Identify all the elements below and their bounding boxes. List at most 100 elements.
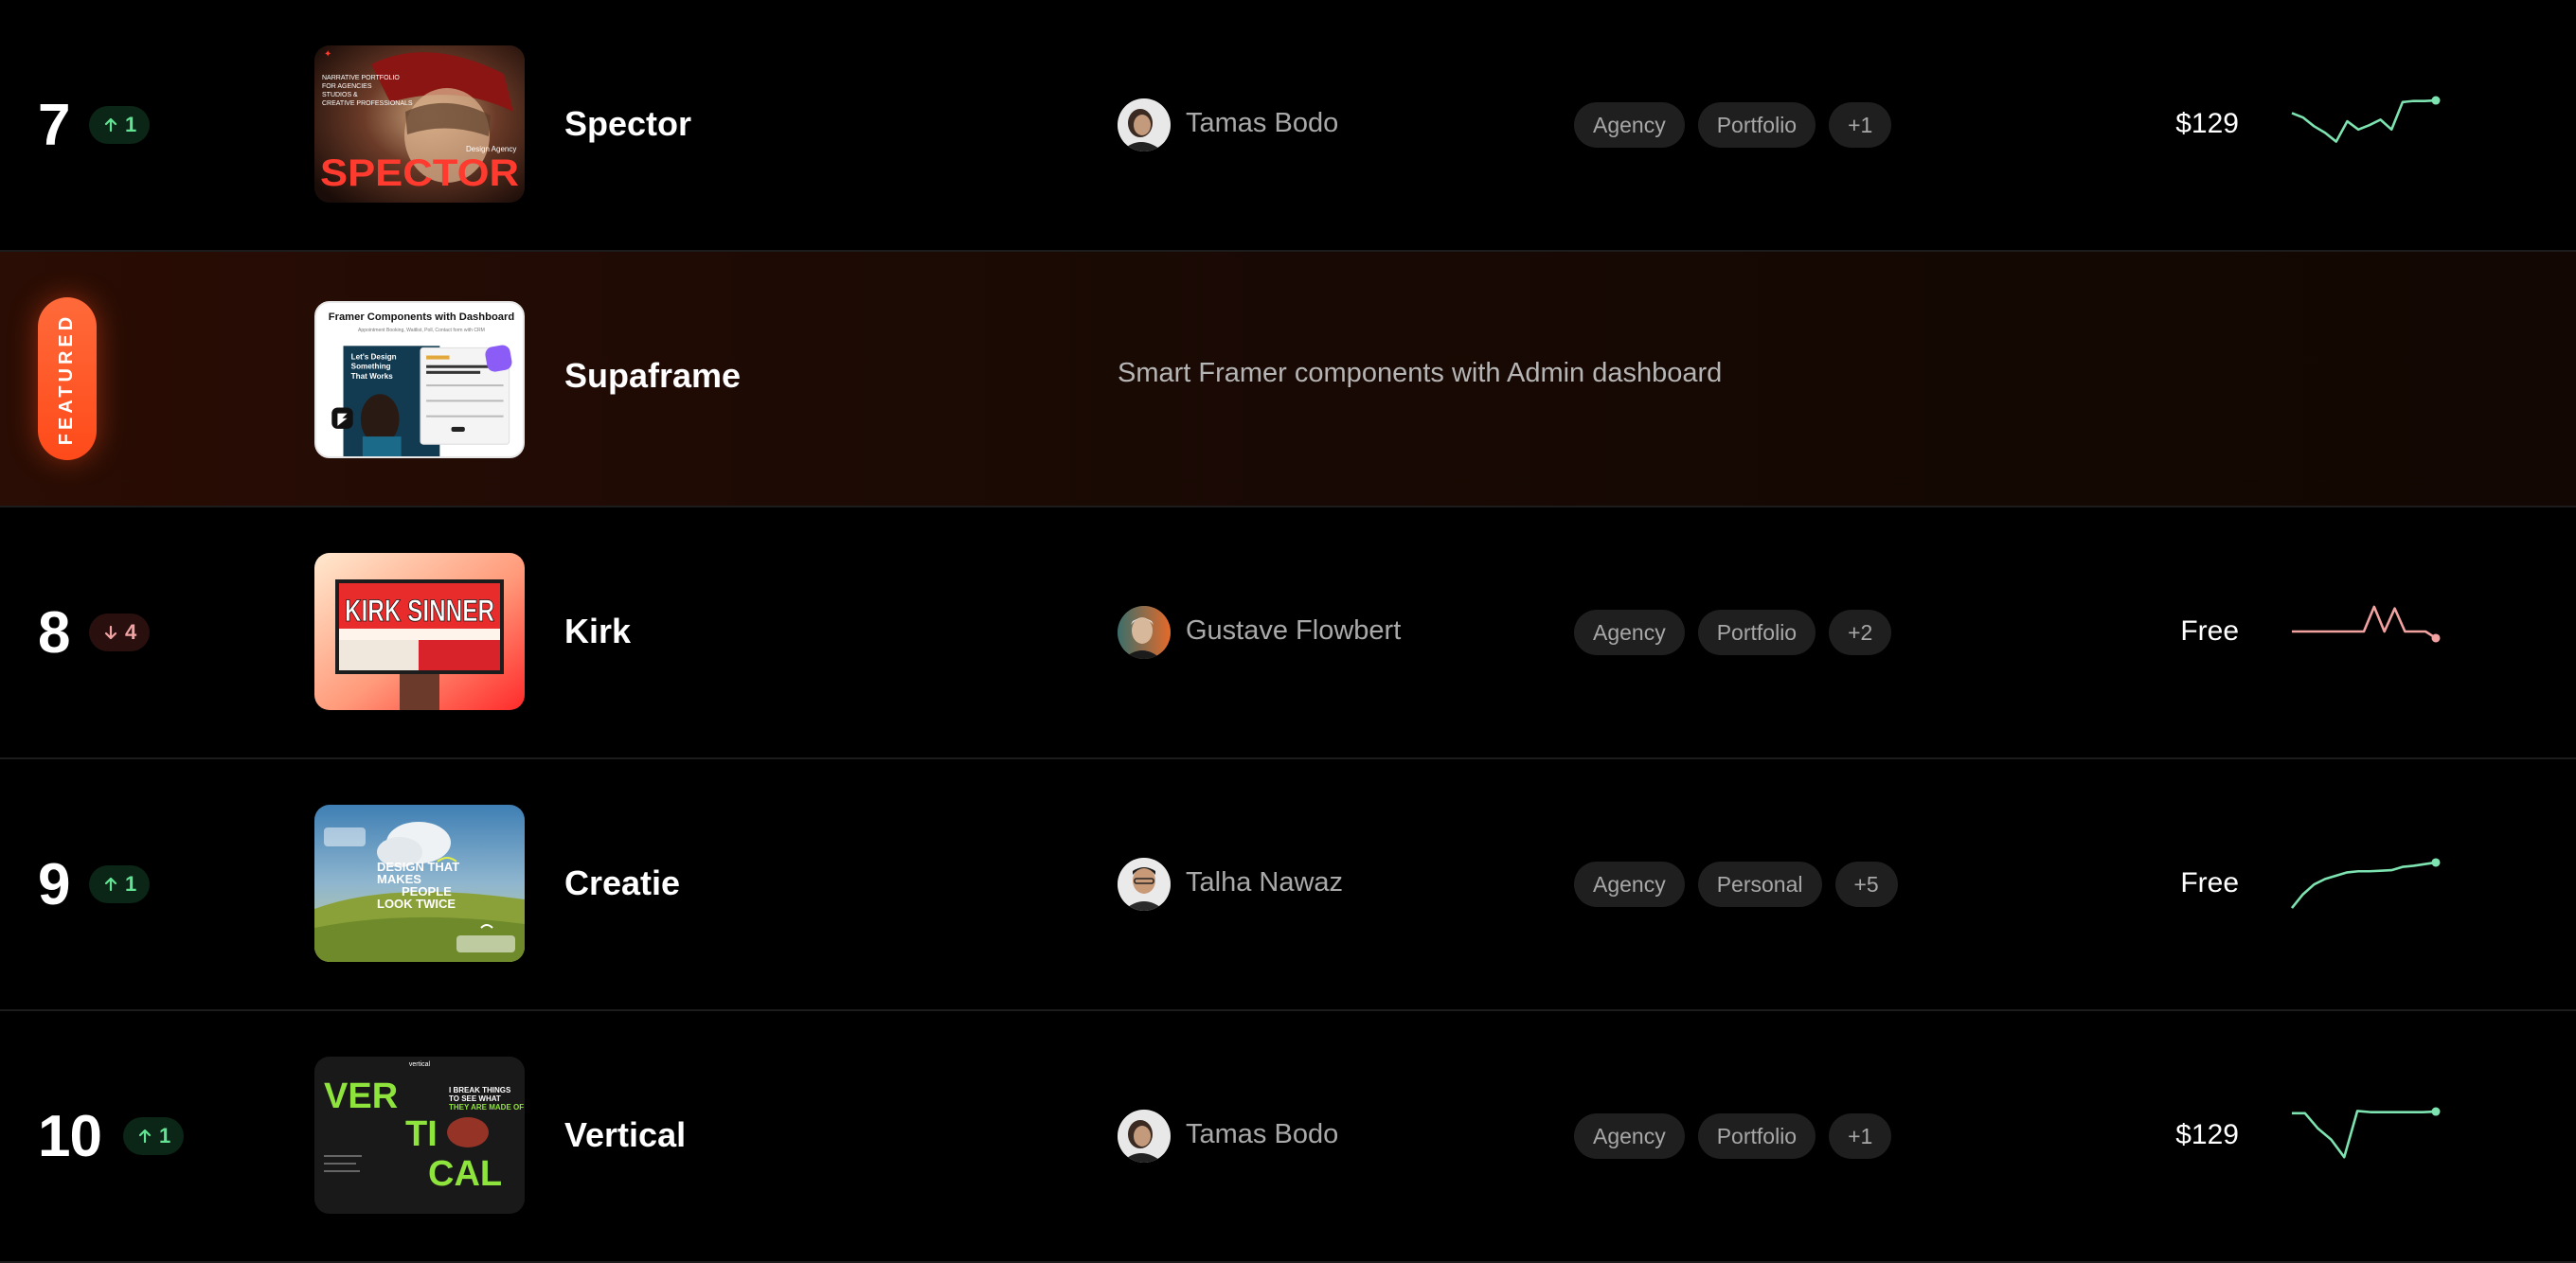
sparkline-path [2291, 98, 2437, 143]
arrow-down-icon [104, 625, 117, 640]
table-row[interactable]: 8 4 KIRK SINNER Kirk Gustave Flowbert Ag… [0, 507, 2576, 759]
template-name[interactable]: Spector [564, 104, 691, 144]
template-thumbnail[interactable]: Framer Components with Dashboard Appoint… [314, 301, 525, 458]
avatar-image [1118, 1110, 1171, 1163]
avatar[interactable] [1118, 1110, 1171, 1163]
trend-sparkline [2292, 605, 2441, 643]
thumb-line: STUDIOS & [322, 92, 358, 98]
thumb-word: SPECTOR [320, 152, 519, 194]
thumb-word: CAL [428, 1154, 502, 1194]
template-name[interactable]: Creatie [564, 863, 680, 903]
avatar-image [1118, 98, 1171, 151]
svg-text:✦: ✦ [324, 49, 331, 60]
rank-number: 10 [38, 1104, 102, 1169]
rank-change-badge: 1 [123, 1117, 185, 1155]
sparkline-endpoint [2431, 858, 2441, 867]
template-name[interactable]: Vertical [564, 1115, 686, 1155]
template-thumbnail[interactable]: ✦ NARRATIVE PORTFOLIO FOR AGENCIES STUDI… [314, 45, 525, 203]
rank-number: 7 [38, 93, 70, 158]
avatar[interactable] [1118, 98, 1171, 151]
rank-change-badge: 4 [89, 614, 151, 651]
trend-sparkline [2292, 1107, 2441, 1159]
creator-name[interactable]: Gustave Flowbert [1186, 615, 1401, 647]
rank-number: 9 [38, 852, 70, 917]
sparkline-path [2290, 861, 2437, 909]
tag-chip[interactable]: Agency [1574, 102, 1685, 148]
trend-sparkline [2291, 96, 2441, 143]
thumb-line: TO SEE WHAT [449, 1094, 501, 1103]
tag-chip[interactable]: Portfolio [1697, 1113, 1816, 1159]
tag-chip[interactable]: Agency [1574, 610, 1685, 655]
tag-chip[interactable]: Portfolio [1697, 102, 1816, 148]
sparkline-endpoint [2431, 1107, 2441, 1116]
thumb-word: VER [324, 1076, 398, 1116]
tag-list: Agency Portfolio +2 [1574, 610, 1892, 655]
template-thumbnail[interactable]: vertical VER TI CAL I BREAK THINGS TO SE… [314, 1057, 525, 1214]
template-description: Smart Framer components with Admin dashb… [1118, 358, 1723, 388]
price-label: Free [2180, 615, 2239, 647]
thumb-line: That Works [351, 372, 394, 381]
rank-change-value: 1 [125, 872, 137, 896]
sparkline-endpoint [2431, 96, 2441, 105]
trend-sparkline [2290, 858, 2441, 909]
thumbnail-image: DESIGN THAT MAKES PEOPLE LOOK TWICE [314, 805, 525, 962]
thumbnail-image: ✦ NARRATIVE PORTFOLIO FOR AGENCIES STUDI… [314, 45, 525, 203]
thumb-line: CREATIVE PROFESSIONALS [322, 100, 413, 107]
thumbnail-image: KIRK SINNER [314, 553, 525, 710]
thumb-line: FOR AGENCIES [322, 83, 372, 90]
arrow-up-icon [104, 117, 117, 133]
thumb-line: Let's Design [351, 353, 397, 362]
rank-change-value: 1 [125, 113, 137, 136]
thumb-word: KIRK SINNER [345, 594, 494, 628]
template-name[interactable]: Supaframe [564, 356, 741, 396]
thumb-line: THEY ARE MADE OF [449, 1103, 524, 1112]
tag-chip[interactable]: Personal [1697, 862, 1822, 907]
thumbnail-image: Framer Components with Dashboard Appoint… [316, 303, 523, 456]
arrow-up-icon [138, 1129, 152, 1144]
creator-name[interactable]: Tamas Bodo [1186, 1119, 1338, 1150]
featured-badge-label: FEATURED [56, 312, 78, 445]
more-tags-chip[interactable]: +1 [1829, 1113, 1892, 1159]
sparkline-path [2292, 605, 2437, 640]
sparkline-endpoint [2431, 633, 2441, 643]
avatar-image [1118, 606, 1171, 659]
more-tags-chip[interactable]: +1 [1829, 102, 1892, 148]
tag-chip[interactable]: Agency [1574, 862, 1685, 907]
avatar[interactable] [1118, 606, 1171, 659]
template-name[interactable]: Kirk [564, 612, 631, 651]
thumb-line: I BREAK THINGS [449, 1086, 511, 1094]
template-thumbnail[interactable]: KIRK SINNER [314, 553, 525, 710]
thumb-line: LOOK TWICE [377, 897, 456, 911]
featured-row[interactable]: FEATURED Framer Components with Dashboar… [0, 252, 2576, 507]
avatar[interactable] [1118, 858, 1171, 911]
thumbnail-image: vertical VER TI CAL I BREAK THINGS TO SE… [314, 1057, 525, 1214]
rank-change-badge: 1 [89, 106, 151, 144]
table-row[interactable]: 9 1 DESIGN THAT MAKES PEOPLE LOOK TWICE … [0, 759, 2576, 1011]
template-thumbnail[interactable]: DESIGN THAT MAKES PEOPLE LOOK TWICE [314, 805, 525, 962]
price-label: $129 [2175, 108, 2239, 139]
price-label: $129 [2175, 1119, 2239, 1150]
rank-change-value: 4 [125, 620, 137, 644]
more-tags-chip[interactable]: +5 [1834, 862, 1898, 907]
featured-badge: FEATURED [38, 297, 97, 460]
tag-list: Agency Personal +5 [1574, 862, 1898, 907]
thumb-brand: vertical [409, 1061, 431, 1068]
creator-name[interactable]: Tamas Bodo [1186, 108, 1338, 139]
more-tags-chip[interactable]: +2 [1829, 610, 1892, 655]
creator-name[interactable]: Talha Nawaz [1186, 867, 1343, 898]
tag-list: Agency Portfolio +1 [1574, 102, 1892, 148]
price-label: Free [2180, 867, 2239, 898]
thumb-subtitle: Appointment Booking, Waitlist, Poll, Con… [358, 328, 485, 333]
rank-change-value: 1 [159, 1124, 171, 1147]
tag-chip[interactable]: Portfolio [1697, 610, 1816, 655]
table-row[interactable]: 10 1 vertical VER TI CAL I BREAK THINGS … [0, 1011, 2576, 1263]
thumb-line: NARRATIVE PORTFOLIO [322, 75, 400, 81]
table-row[interactable]: 7 1 ✦ NARRATIVE PORTFOLIO FOR AGENCIES S… [0, 0, 2576, 252]
rank-number: 8 [38, 600, 70, 666]
thumb-line: Something [351, 363, 391, 371]
tag-chip[interactable]: Agency [1574, 1113, 1685, 1159]
avatar-image [1118, 858, 1171, 911]
tag-list: Agency Portfolio +1 [1574, 1113, 1892, 1159]
arrow-up-icon [104, 877, 117, 892]
sparkline-path [2292, 1110, 2437, 1159]
